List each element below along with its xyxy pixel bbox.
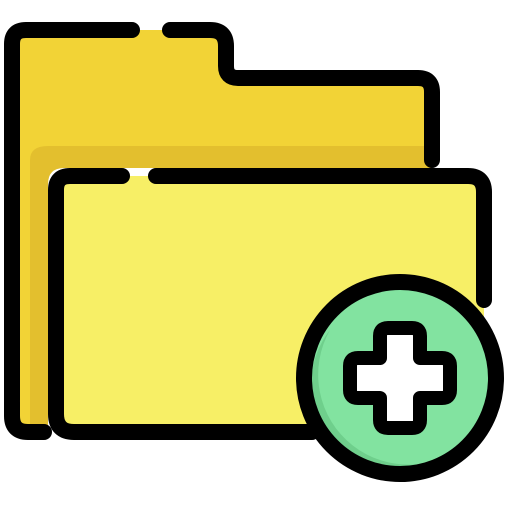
- add-folder-icon: [0, 0, 512, 512]
- add-folder-graphic: [4, 22, 504, 482]
